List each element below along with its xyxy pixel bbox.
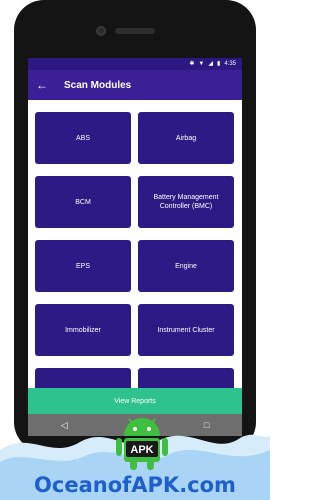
battery-icon: ▮ (217, 61, 221, 67)
module-label: Airbag (175, 134, 197, 142)
view-reports-label: View Reports (114, 397, 156, 405)
module-eps[interactable]: EPS (35, 240, 131, 292)
front-camera (96, 26, 106, 36)
app-screen: ✱ ▼ ◢ ▮ 4:35 ← Scan Modules ABS Airbag B… (28, 58, 242, 436)
earpiece-speaker (115, 28, 155, 34)
module-immobilizer[interactable]: Immobilizer (35, 304, 131, 356)
apk-badge-text: APK (130, 444, 153, 456)
module-bcm[interactable]: BCM (35, 176, 131, 228)
signal-icon: ◢ (208, 61, 213, 67)
arrow-left-icon[interactable]: ← (36, 79, 56, 91)
module-instrument-cluster[interactable]: Instrument Cluster (138, 304, 234, 356)
status-bar: ✱ ▼ ◢ ▮ 4:35 (28, 58, 242, 70)
module-airbag[interactable]: Airbag (138, 112, 234, 164)
phone-top-bezel (14, 0, 256, 58)
android-mascot-logo: APK (116, 418, 168, 470)
watermark-brand: OceanofAPK.com (34, 473, 236, 497)
module-label: Immobilizer (65, 326, 101, 334)
module-bmc[interactable]: Battery Management Controller (BMC) (138, 176, 234, 228)
module-grid: ABS Airbag BCM Battery Management Contro… (35, 112, 235, 420)
page-title: Scan Modules (64, 79, 132, 91)
module-engine[interactable]: Engine (138, 240, 234, 292)
bluetooth-icon: ✱ (189, 61, 195, 67)
module-label: EPS (75, 262, 90, 270)
module-abs[interactable]: ABS (35, 112, 131, 164)
module-label: Battery Management Controller (BMC) (153, 194, 219, 210)
module-label: Engine (175, 262, 197, 270)
app-bar: ← Scan Modules (28, 70, 242, 100)
wifi-icon: ▼ (198, 61, 205, 67)
module-label: Instrument Cluster (157, 326, 215, 334)
status-time: 4:35 (224, 61, 236, 67)
module-label: BCM (75, 198, 91, 206)
module-label: ABS (75, 134, 90, 142)
